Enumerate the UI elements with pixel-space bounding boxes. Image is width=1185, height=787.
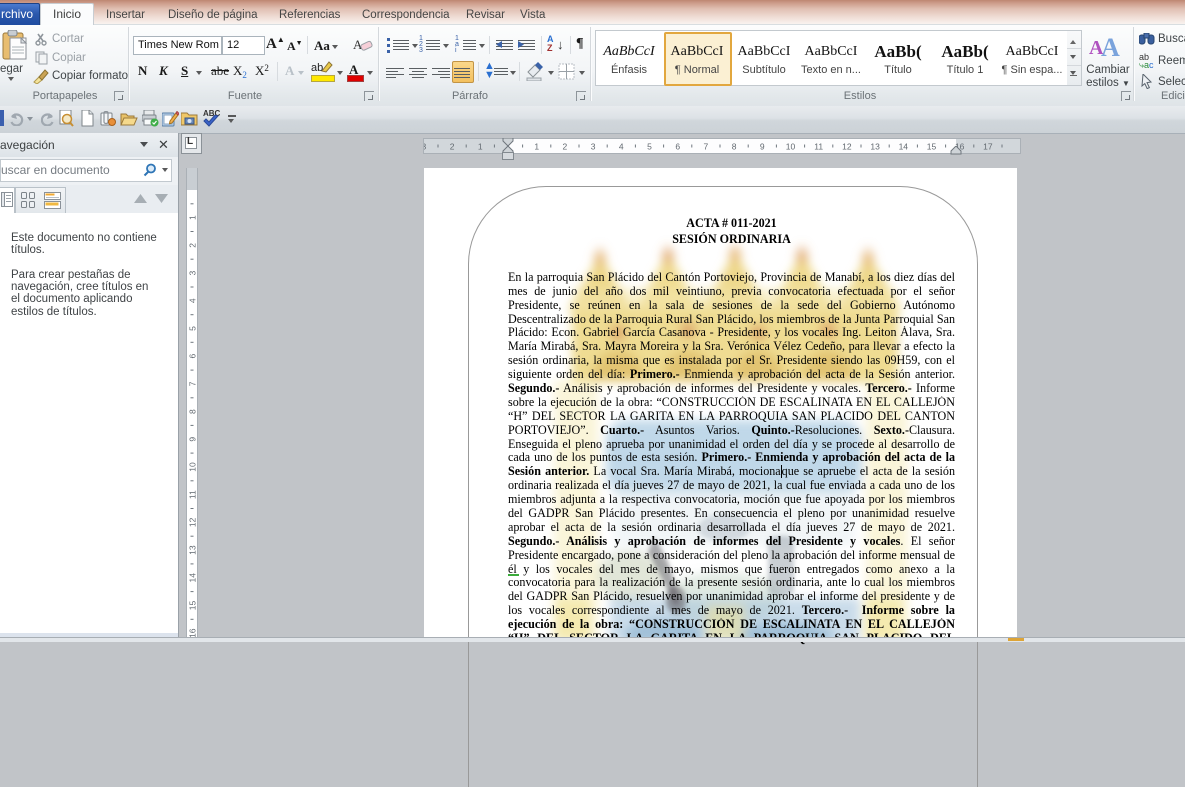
svg-text:4: 4 — [188, 298, 198, 303]
svg-text:13: 13 — [188, 545, 198, 555]
svg-text:10: 10 — [188, 462, 198, 472]
svg-text:3: 3 — [188, 270, 198, 275]
svg-text:2: 2 — [563, 142, 568, 152]
svg-text:10: 10 — [786, 142, 796, 152]
svg-text:9: 9 — [760, 142, 765, 152]
svg-text:6: 6 — [188, 354, 198, 359]
svg-text:14: 14 — [188, 573, 198, 583]
svg-text:7: 7 — [188, 381, 198, 386]
svg-text:11: 11 — [814, 142, 823, 152]
svg-text:12: 12 — [842, 142, 852, 152]
svg-text:11: 11 — [188, 490, 198, 499]
svg-text:4: 4 — [619, 142, 624, 152]
svg-text:8: 8 — [732, 142, 737, 152]
svg-text:9: 9 — [188, 437, 198, 442]
svg-text:1: 1 — [534, 142, 539, 152]
svg-text:14: 14 — [899, 142, 909, 152]
svg-text:7: 7 — [704, 142, 709, 152]
svg-text:5: 5 — [647, 142, 652, 152]
svg-text:13: 13 — [870, 142, 880, 152]
svg-text:2: 2 — [188, 243, 198, 248]
svg-text:3: 3 — [424, 142, 427, 152]
svg-text:1: 1 — [478, 142, 483, 152]
svg-text:6: 6 — [675, 142, 680, 152]
svg-text:15: 15 — [188, 601, 198, 611]
svg-text:2: 2 — [450, 142, 455, 152]
svg-text:17: 17 — [983, 142, 993, 152]
svg-text:5: 5 — [188, 326, 198, 331]
svg-text:3: 3 — [591, 142, 596, 152]
svg-text:8: 8 — [188, 409, 198, 414]
svg-text:1: 1 — [188, 215, 198, 220]
svg-text:12: 12 — [188, 517, 198, 527]
svg-text:15: 15 — [927, 142, 937, 152]
